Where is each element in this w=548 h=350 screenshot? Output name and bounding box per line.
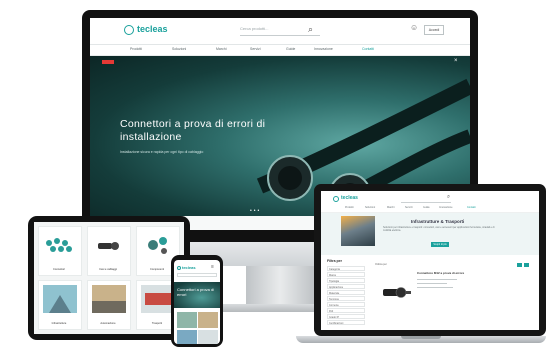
category-image [92,285,126,313]
nav-item-contatti[interactable]: Contatti [362,47,374,51]
filter-item[interactable]: Marca [327,272,365,277]
hero-title: Connettori a prova di errori [177,287,215,297]
user-icon[interactable]: ☺ [410,23,418,32]
pagination-button[interactable] [517,263,522,267]
category-image [98,242,119,250]
nav-item-prodotti[interactable]: Prodotti [345,206,354,209]
search-input[interactable] [177,273,217,277]
category-card[interactable] [198,330,218,344]
category-image [43,285,77,313]
nav-item-servizi[interactable]: Servizi [250,47,261,51]
filter-item[interactable]: Categoria [327,266,365,271]
product-image[interactable] [381,281,411,303]
category-card[interactable] [177,330,197,344]
category-card[interactable]: Connettori [38,226,82,276]
search-icon[interactable]: ⌕ [447,194,450,201]
filter-item[interactable]: Grado IP [327,314,365,319]
laptop-screen: tecleas ⌕ Prodotti Soluzioni Marchi Serv… [321,191,539,330]
menu-icon[interactable]: ≡ [211,264,214,270]
site-logo[interactable]: tecleas [182,265,196,270]
nav-item-guide[interactable]: Guide [423,206,430,209]
desktop-stand [246,266,314,306]
category-caption: Infrastrutture [51,322,67,325]
nav-item-marchi[interactable]: Marchi [216,47,227,51]
category-caption: Automazione [100,322,116,325]
category-card[interactable]: Automazione [87,280,131,330]
category-title: Infrastrutture & Trasporti [411,219,465,224]
nav-item-innovazione[interactable]: Innovazione [439,206,452,209]
close-icon[interactable]: × [454,58,458,64]
hero-subtitle: Installazione sicura e rapida per ogni t… [120,150,204,154]
category-card[interactable]: Infrastrutture [38,280,82,330]
product-detail-line [417,283,447,285]
category-card[interactable] [177,312,197,328]
filter-item[interactable]: Corrente [327,302,365,307]
logo-icon [124,25,134,35]
smartphone-screen: tecleas ≡ Connettori a prova di errori [174,260,220,344]
search-input[interactable] [401,197,451,203]
site-logo[interactable]: tecleas [341,195,358,201]
filter-title: Filtra per [327,259,342,263]
filter-item[interactable]: Materiale [327,290,365,295]
tablet-screen: Connettori Cavi e cablaggi Componenti In… [34,222,184,334]
nav-item-soluzioni[interactable]: Soluzioni [172,47,186,51]
filter-item[interactable]: Tensione [327,296,365,301]
category-card[interactable] [198,312,218,328]
nav-item-prodotti[interactable]: Prodotti [130,47,142,51]
logo-icon [177,266,181,270]
nav-item-servizi[interactable]: Servizi [405,206,413,209]
product-title[interactable]: Connettore M12 a prova di errore [417,271,464,275]
category-image [46,238,72,252]
hero-title: Connettori a prova di errori di installa… [120,118,266,143]
main-nav: Prodotti Soluzioni Marchi Servizi Guide … [90,45,470,56]
filter-item[interactable]: Applicazione [327,284,365,289]
logo-icon [333,196,339,202]
search-icon[interactable]: ⌕ [308,24,313,35]
filter-item[interactable]: Poli [327,308,365,313]
carousel-dots[interactable]: ••• [250,208,261,214]
sort-toolbar[interactable]: Ordina per [375,263,535,268]
nav-item-contatti[interactable]: Contatti [467,206,476,209]
nav-item-soluzioni[interactable]: Soluzioni [365,206,375,209]
pagination-button[interactable] [524,263,529,267]
category-description: Soluzioni per infrastrutture e trasporti… [383,226,495,232]
main-nav: Prodotti Soluzioni Marchi Servizi Guide … [321,206,539,213]
discover-button[interactable]: Scopri di più [431,242,449,247]
filter-item[interactable]: Certificazioni [327,320,365,325]
product-detail-line [417,287,453,289]
nav-item-guide[interactable]: Guide [286,47,295,51]
site-header: tecleas Cerca prodotti... ⌕ ☺ Accedi [90,18,470,45]
category-card[interactable]: Cavi e cablaggi [87,226,131,276]
nav-item-marchi[interactable]: Marchi [387,206,395,209]
product-detail-line [417,279,457,281]
category-image [341,216,375,246]
site-logo[interactable]: tecleas [137,24,168,34]
brand-badge [102,60,114,64]
nav-item-innovazione[interactable]: Innovazione [314,47,333,51]
access-button[interactable]: Accedi [424,25,444,35]
laptop-notch [401,336,441,339]
filter-item[interactable]: Tipologia [327,278,365,283]
category-caption: Cavi e cablaggi [99,268,117,271]
category-caption: Connettori [53,268,65,271]
